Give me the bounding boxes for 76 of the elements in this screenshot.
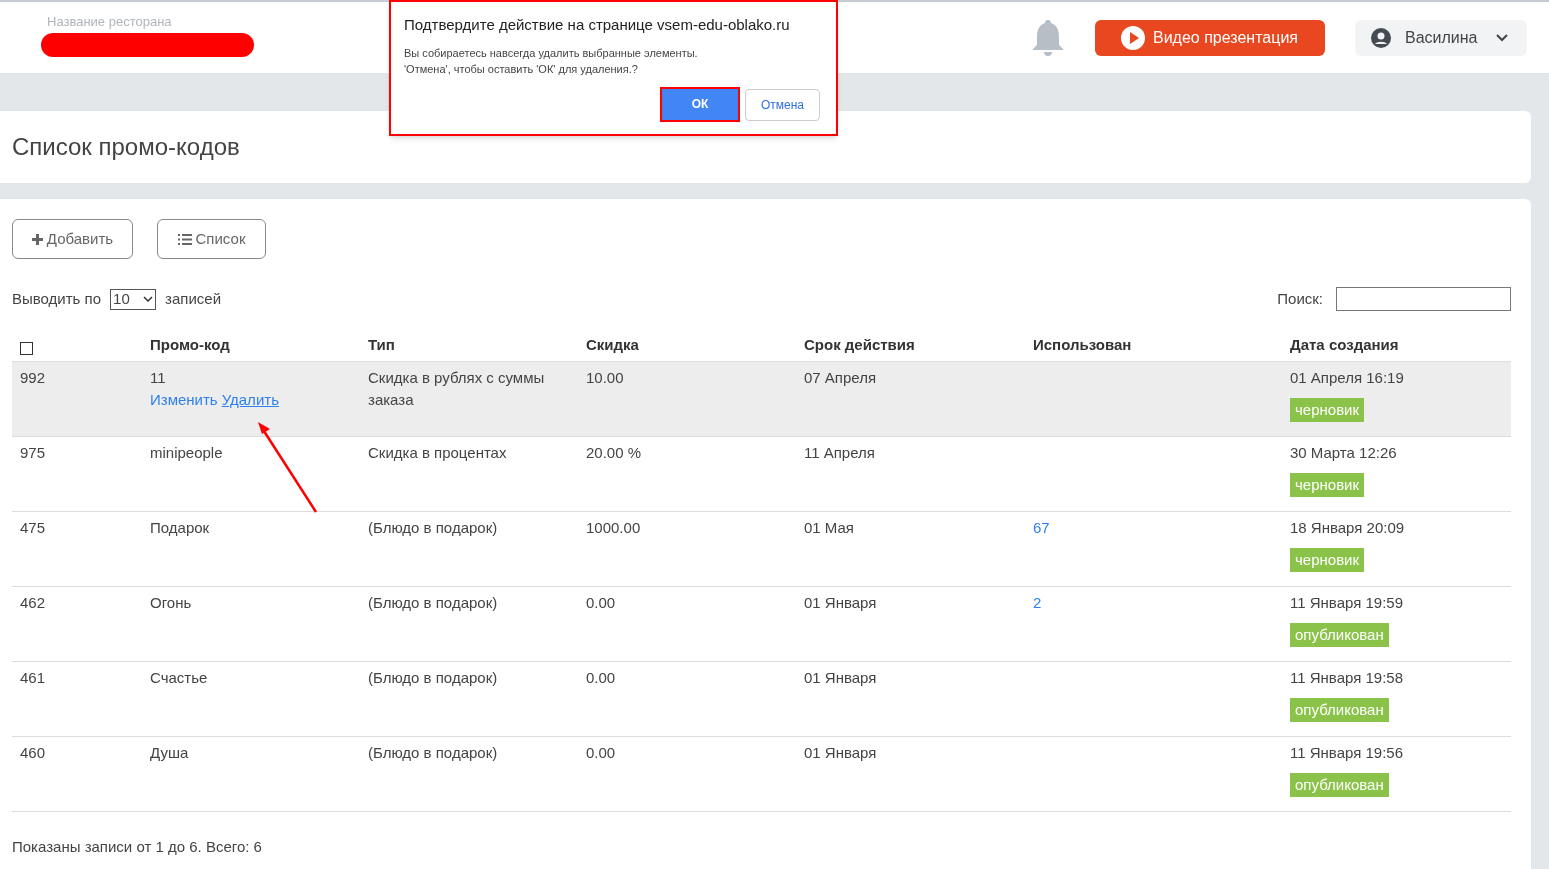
column-header: Промо-код xyxy=(150,334,231,355)
play-icon xyxy=(1121,26,1145,50)
table-cell-text: (Блюдо в подарок) xyxy=(368,518,499,538)
user-avatar-icon xyxy=(1371,28,1391,48)
status-badge: опубликован xyxy=(1290,623,1389,647)
table-cell-text: 0.00 xyxy=(586,593,617,613)
search-field[interactable] xyxy=(1336,287,1511,311)
column-header: Использован xyxy=(1033,334,1133,355)
table-cell-text: 11 Января 19:58 xyxy=(1290,668,1403,688)
column-header: Дата создания xyxy=(1290,334,1400,355)
user-menu[interactable]: Василина xyxy=(1355,20,1527,56)
table-cell-text: 475 xyxy=(19,518,47,538)
add-button[interactable]: Добавить xyxy=(12,219,133,259)
table-cell-text: 11 Января 19:56 xyxy=(1290,743,1403,763)
dialog-title: Подтвердите действие на странице vsem-edu-oblako.ru xyxy=(404,15,791,35)
table-info: Показаны записи от 1 до 6. Всего: 6 xyxy=(12,837,263,857)
restaurant-label: Название ресторана xyxy=(47,12,173,31)
table-cell-text: 992 xyxy=(19,368,47,388)
length-label: Выводить по xyxy=(12,288,102,309)
table-cell-text: Огонь xyxy=(150,593,192,613)
table-cell-text: 01 Января xyxy=(804,593,878,613)
table-cell-text: 11 Апреля xyxy=(804,443,876,463)
status-badge: черновик xyxy=(1290,473,1365,497)
status-badge: черновик xyxy=(1290,398,1365,422)
table-cell-text: 20.00 % xyxy=(586,443,643,463)
table-cell-text: 18 Января 20:09 xyxy=(1290,518,1405,538)
table-cell-text: 975 xyxy=(19,443,47,463)
dialog-message: 'Отмена', чтобы оставить 'ОК' для удаления.? xyxy=(404,61,639,77)
table-cell-text: 10.00 xyxy=(586,368,625,388)
table-cell-text: 01 Января xyxy=(804,668,878,688)
list-button[interactable]: Список xyxy=(157,219,266,259)
select-all-checkbox[interactable] xyxy=(20,341,33,355)
table-cell-text: Подарок xyxy=(150,518,210,538)
chevron-down-icon xyxy=(143,296,154,302)
page-title: Список промо-кодов xyxy=(12,132,240,162)
video-presentation-button[interactable]: Видео презентация xyxy=(1095,20,1325,56)
length-label: записей xyxy=(165,288,221,309)
table-cell-text: 0.00 xyxy=(586,743,617,763)
table-cell-text: Скидка в процентах xyxy=(368,443,508,463)
table-cell-text: Душа xyxy=(150,743,189,763)
column-header: Тип xyxy=(368,334,396,355)
status-badge: черновик xyxy=(1290,548,1365,572)
cancel-button[interactable]: Отмена xyxy=(745,88,820,121)
usage-link[interactable]: 67 xyxy=(1033,519,1050,536)
table-cell-text: 0.00 xyxy=(586,668,617,688)
table-cell-text: (Блюдо в подарок) xyxy=(368,668,499,688)
table-cell-text: 461 xyxy=(19,668,47,688)
status-badge: опубликован xyxy=(1290,698,1389,722)
table-cell-text: 07 Апреля xyxy=(804,368,878,388)
table-cell-text: 11 xyxy=(150,368,166,388)
edit-link[interactable]: Изменить xyxy=(150,389,218,411)
table-cell-text: (Блюдо в подарок) xyxy=(368,743,499,763)
table-cell-text: 462 xyxy=(19,593,47,613)
table-cell-text: Счастье xyxy=(150,668,208,688)
usage-link[interactable]: 2 xyxy=(1033,594,1042,611)
table-cell-text: 01 Января xyxy=(804,743,878,763)
table-cell-text: 01 Мая xyxy=(804,518,855,538)
table-cell-text: 01 Апреля 16:19 xyxy=(1290,368,1404,388)
chevron-down-icon xyxy=(1495,34,1508,42)
table-cell-text: 30 Марта 12:26 xyxy=(1290,443,1397,463)
ok-button[interactable]: ОК xyxy=(660,86,740,122)
column-header: Скидка xyxy=(586,334,640,355)
search-label: Поиск: xyxy=(1277,288,1323,309)
table-cell-text: 11 Января 19:59 xyxy=(1290,593,1403,613)
dialog-message: Вы собираетесь навсегда удалить выбранные элементы. xyxy=(404,45,699,61)
plus-icon xyxy=(31,233,43,245)
page-size-select[interactable]: 10 xyxy=(110,288,157,310)
table-cell-text: (Блюдо в подарок) xyxy=(368,593,499,613)
status-badge: опубликован xyxy=(1290,773,1389,797)
table-cell-text: 1000.00 xyxy=(586,518,642,538)
list-icon xyxy=(177,233,192,245)
table-cell-text: minipeople xyxy=(150,443,223,463)
delete-link[interactable]: Удалить xyxy=(221,389,279,411)
table-cell-text: 460 xyxy=(19,743,47,763)
column-header: Срок действия xyxy=(804,334,916,355)
table-cell-text: Скидка в рублях с суммы заказа xyxy=(368,368,546,410)
